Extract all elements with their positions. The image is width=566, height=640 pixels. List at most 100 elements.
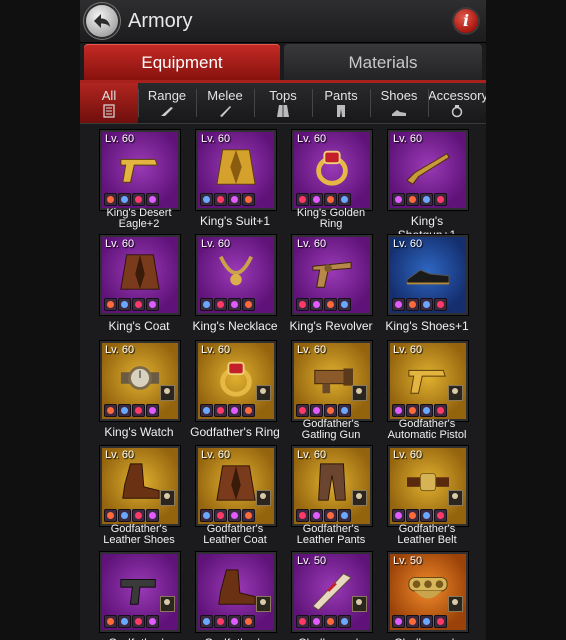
knife-icon [196,104,254,118]
equipment-item[interactable]: Godfather's [196,552,276,640]
list-icon [80,104,138,118]
item-level: Lv. 60 [201,449,231,461]
gem-slot-icon [338,509,351,522]
category-tab-pants[interactable]: Pants [312,83,370,123]
equipment-item[interactable]: Lv. 60King's Shotgun+1 [388,130,468,242]
equipment-item[interactable]: Lv. 50Challenger's [292,552,372,640]
category-label: Shoes [380,88,418,103]
tab-equipment[interactable]: Equipment [84,44,280,80]
owner-badge-icon [352,490,367,506]
gem-slot-icon [420,404,433,417]
category-separator [254,89,255,117]
owner-badge-icon [352,596,367,612]
gem-slot-icon [132,615,145,628]
gem-slot-icon [118,298,131,311]
owner-badge-icon [256,596,271,612]
gem-slot-icon [338,404,351,417]
owner-badge-icon [448,385,463,401]
category-label: Range [147,88,187,103]
equipment-item[interactable]: Lv. 60 Godfather's Leather Pants [292,446,372,550]
equipment-item[interactable]: Lv. 60 Godfather's Automatic Pistol [388,341,468,445]
equipment-item[interactable]: Lv. 60 Godfather's Leather Belt [388,446,468,550]
item-name: Godfather's Leather Belt [397,523,457,546]
equipment-grid: Lv. 60 King's Desert Eagle+2 Lv. 60 King's … [80,124,486,640]
equipment-item[interactable]: Lv. 60 King's Coat [100,235,180,339]
gem-slot-icon [146,404,159,417]
item-card: Lv. 60 [388,341,468,421]
gem-slot-icon [118,615,131,628]
gem-slot-icon [406,193,419,206]
category-tab-all[interactable]: All [80,83,138,123]
gem-slot-icon [242,615,255,628]
tab-materials[interactable]: Materials [284,44,482,80]
category-separator [138,89,139,117]
watch-icon [120,366,160,390]
coat-icon [216,465,256,501]
equipment-item[interactable]: Lv. 60 Godfather's Ring [190,341,280,445]
gem-slot-icon [434,298,447,311]
item-level: Lv. 60 [393,133,423,145]
item-name: Godfather's Automatic Pistol [387,418,467,441]
gem-slots [392,509,464,522]
gem-slots [200,509,272,522]
coat-icon [120,254,160,290]
item-level: Lv. 60 [105,238,135,250]
item-name: Godfather's Leather Shoes [103,523,175,546]
gem-slot-icon [118,509,131,522]
equipment-item[interactable]: Lv. 60 King's Desert Eagle+2 [100,130,180,234]
equipment-item[interactable]: Lv. 60 King's Golden Ring [292,130,372,234]
gem-slot-icon [242,298,255,311]
equipment-item[interactable]: Lv. 60 King's Shoes+1 [385,235,469,339]
category-tab-shoes[interactable]: Shoes [370,83,428,123]
gem-slot-icon [406,615,419,628]
item-card: Lv. 50 [292,552,372,632]
gem-slot-icon [324,404,337,417]
gem-slot-icon [104,404,117,417]
equipment-item[interactable]: Godfather's [100,552,180,640]
gem-slot-icon [242,404,255,417]
gem-slot-icon [296,298,309,311]
smg-icon [120,578,156,605]
item-level: Lv. 60 [297,238,327,250]
equipment-item[interactable]: Lv. 60 Godfather's Leather Coat [196,446,276,550]
gem-slots [392,193,464,206]
gem-slot-icon [200,509,213,522]
back-button[interactable] [86,5,118,37]
item-level: Lv. 60 [201,238,231,250]
bat-icon [312,573,352,610]
equipment-item[interactable]: Lv. 60 King's Watch [100,341,180,445]
gem-slot-icon [132,298,145,311]
gem-slot-icon [392,509,405,522]
category-separator [428,89,429,117]
gem-slot-icon [228,615,241,628]
pistol-icon [408,369,446,394]
item-card: Lv. 60 [196,235,276,315]
category-tab-melee[interactable]: Melee [196,83,254,123]
info-icon: i [462,11,470,30]
item-card: Lv. 60 [100,341,180,421]
item-level: Lv. 60 [393,344,423,356]
equipment-item[interactable]: Lv. 60 King's Necklace [193,235,278,339]
equipment-item[interactable]: Lv. 60 King's Revolver [290,235,373,339]
category-label: Melee [207,88,243,103]
shotgun-icon [406,152,450,185]
info-button[interactable]: i [454,9,478,33]
gem-slot-icon [434,193,447,206]
item-name: King's Coat [108,319,170,333]
equipment-item[interactable]: Lv. 60 Godfather's Leather Shoes [100,446,180,550]
category-tab-range[interactable]: Range [138,83,196,123]
equipment-item[interactable]: Lv. 50Challenger's [388,552,468,640]
category-tab-accessory[interactable]: Accessory [428,83,486,123]
item-name: King's Shoes+1 [385,319,469,333]
gem-slots [296,404,368,417]
category-tab-tops[interactable]: Tops [254,83,312,123]
item-level: Lv. 60 [105,344,135,356]
gem-slot-icon [228,193,241,206]
item-name: Godfather's Leather Coat [203,523,267,546]
equipment-item[interactable]: Lv. 60 King's Suit+1 [196,130,276,234]
shoes-icon [370,104,428,118]
gem-slot-icon [132,509,145,522]
item-card: Lv. 60 [388,130,468,210]
item-name: Challenger's [286,636,376,640]
equipment-item[interactable]: Lv. 60 Godfather's Gatling Gun [292,341,372,445]
